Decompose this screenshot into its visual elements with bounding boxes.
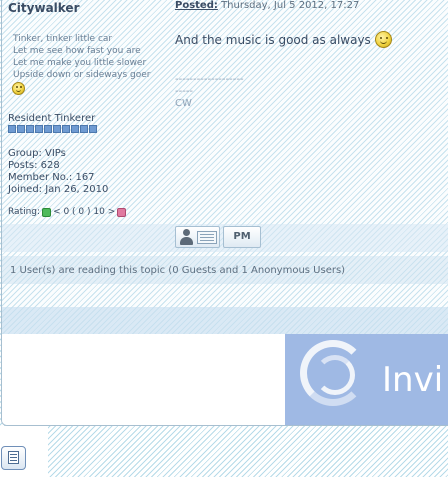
post-signature: ------------------- ----- CW — [175, 74, 244, 110]
invision-banner[interactable]: Invi — [285, 334, 448, 425]
poem-line: Let me make you little slower — [13, 58, 147, 68]
signature-divider: ----- — [175, 86, 194, 97]
post-message-text: And the music is good as always — [175, 32, 371, 47]
pm-button[interactable]: PM — [223, 226, 261, 248]
post-button-bar: PM — [2, 224, 448, 252]
member-rating: Rating: < 0 ( 0 ) 10 > — [8, 207, 127, 217]
posted-date: Thursday, Jul 5 2012, 17:27 — [221, 0, 360, 11]
posted-label[interactable]: Posted: — [175, 0, 218, 11]
poem-line: Tinker, tinker little car — [13, 34, 113, 44]
member-info: Group: VIPs Posts: 628 Member No.: 167 J… — [8, 148, 108, 196]
signature-divider: ------------------- — [175, 74, 244, 85]
rating-value: < 0 ( 0 ) 10 > — [53, 207, 116, 217]
smiley-icon — [12, 82, 25, 95]
rank-pip — [8, 125, 16, 133]
rank-pip — [62, 125, 70, 133]
banner-brand-text: Invi — [382, 360, 444, 400]
rank-pip — [71, 125, 79, 133]
footer-bar — [2, 307, 448, 334]
poem-line: Upside down or sideways goer — [13, 70, 151, 80]
rank-pip — [53, 125, 61, 133]
post-author-name[interactable]: Citywalker — [8, 1, 80, 15]
user-icon — [180, 229, 193, 245]
document-icon[interactable] — [1, 446, 26, 470]
active-readers-text: 1 User(s) are reading this topic (0 Gues… — [10, 265, 346, 276]
rating-label: Rating: — [8, 207, 41, 217]
rank-pip — [80, 125, 88, 133]
rate-down-icon[interactable] — [117, 207, 127, 217]
swirl-logo-inner — [315, 355, 355, 395]
profile-card-icon — [197, 231, 217, 244]
post-message: And the music is good as always — [175, 31, 392, 48]
member-number: Member No.: 167 — [8, 172, 95, 183]
rank-pips — [8, 125, 97, 133]
member-posts: Posts: 628 — [8, 160, 60, 171]
smiley-icon — [374, 31, 392, 48]
member-rank: Resident Tinkerer — [8, 113, 96, 124]
member-joined: Joined: Jan 26, 2010 — [8, 184, 109, 195]
member-group: Group: VIPs — [8, 148, 66, 159]
rank-pip — [44, 125, 52, 133]
rank-pip — [26, 125, 34, 133]
post-panel: Citywalker Tinker, tinker little car Let… — [1, 0, 448, 426]
author-signature-poem: Tinker, tinker little car Let me see how… — [13, 33, 163, 81]
profile-button[interactable] — [175, 226, 220, 248]
poem-line: Let me see how fast you are — [13, 46, 141, 56]
signature-name: CW — [175, 98, 192, 109]
active-readers-bar: 1 User(s) are reading this topic (0 Gues… — [2, 256, 448, 284]
list-icon — [8, 451, 19, 464]
post-timestamp: Posted: Thursday, Jul 5 2012, 17:27 — [175, 0, 359, 11]
rank-pip — [17, 125, 25, 133]
rank-pip — [89, 125, 97, 133]
rank-pip — [35, 125, 43, 133]
rate-up-icon[interactable] — [42, 207, 52, 217]
